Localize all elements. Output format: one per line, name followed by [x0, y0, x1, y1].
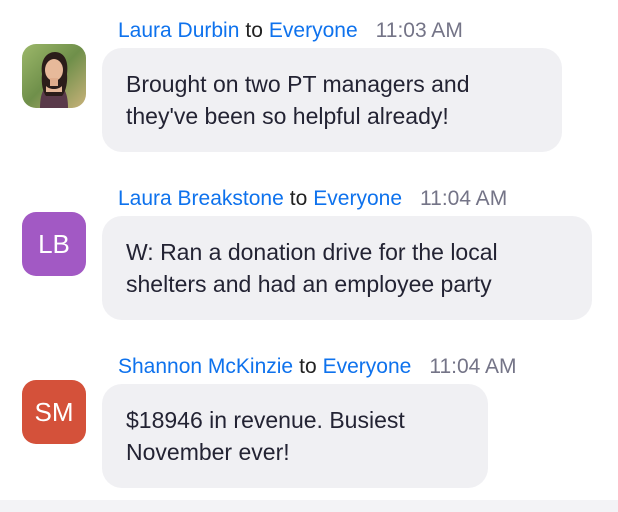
panel-bottom-edge — [0, 500, 618, 512]
profile-photo-icon — [22, 44, 86, 108]
to-label: to — [245, 19, 263, 42]
chat-message: Laura Durbin to Everyone 11:03 AM Brough… — [0, 16, 618, 156]
message-bubble: $18946 in revenue. Busiest November ever… — [102, 384, 488, 488]
to-label: to — [289, 187, 308, 210]
sender-name[interactable]: Laura Breakstone — [118, 187, 284, 210]
message-header: Shannon McKinzie to Everyone 11:04 AM — [118, 352, 517, 382]
chat-message: Shannon McKinzie to Everyone 11:04 AM SM $1… — [0, 352, 618, 492]
recipient-name[interactable]: Everyone — [269, 19, 358, 42]
message-text-line: $18946 in revenue. Busiest — [126, 407, 405, 433]
message-text-line: they've been so helpful already! — [126, 103, 449, 129]
recipient-name[interactable]: Everyone — [313, 187, 402, 210]
avatar-initials: LB — [38, 228, 70, 259]
message-header: Laura Durbin to Everyone 11:03 AM — [118, 16, 463, 46]
message-header: Laura Breakstone to Everyone 11:04 AM — [118, 184, 507, 214]
avatar[interactable]: SM — [22, 380, 86, 444]
timestamp: 11:04 AM — [420, 187, 508, 210]
avatar[interactable]: LB — [22, 212, 86, 276]
message-text-line: November ever! — [126, 439, 290, 465]
message-text-line: Brought on two PT managers and — [126, 71, 470, 97]
sender-name[interactable]: Laura Durbin — [118, 19, 239, 42]
chat-panel: Laura Durbin to Everyone 11:03 AM Brough… — [0, 0, 618, 512]
timestamp: 11:04 AM — [429, 355, 517, 378]
message-bubble: Brought on two PT managers and they've b… — [102, 48, 562, 152]
message-bubble: W: Ran a donation drive for the local sh… — [102, 216, 592, 320]
sender-name[interactable]: Shannon McKinzie — [118, 355, 293, 378]
timestamp: 11:03 AM — [375, 19, 463, 42]
recipient-name[interactable]: Everyone — [323, 355, 412, 378]
message-text-line: shelters and had an employee party — [126, 271, 492, 297]
chat-message: Laura Breakstone to Everyone 11:04 AM LB W:… — [0, 184, 618, 324]
to-label: to — [299, 355, 317, 378]
message-text-line: W: Ran a donation drive for the local — [126, 239, 498, 265]
avatar[interactable] — [22, 44, 86, 108]
avatar-initials: SM — [34, 396, 74, 427]
